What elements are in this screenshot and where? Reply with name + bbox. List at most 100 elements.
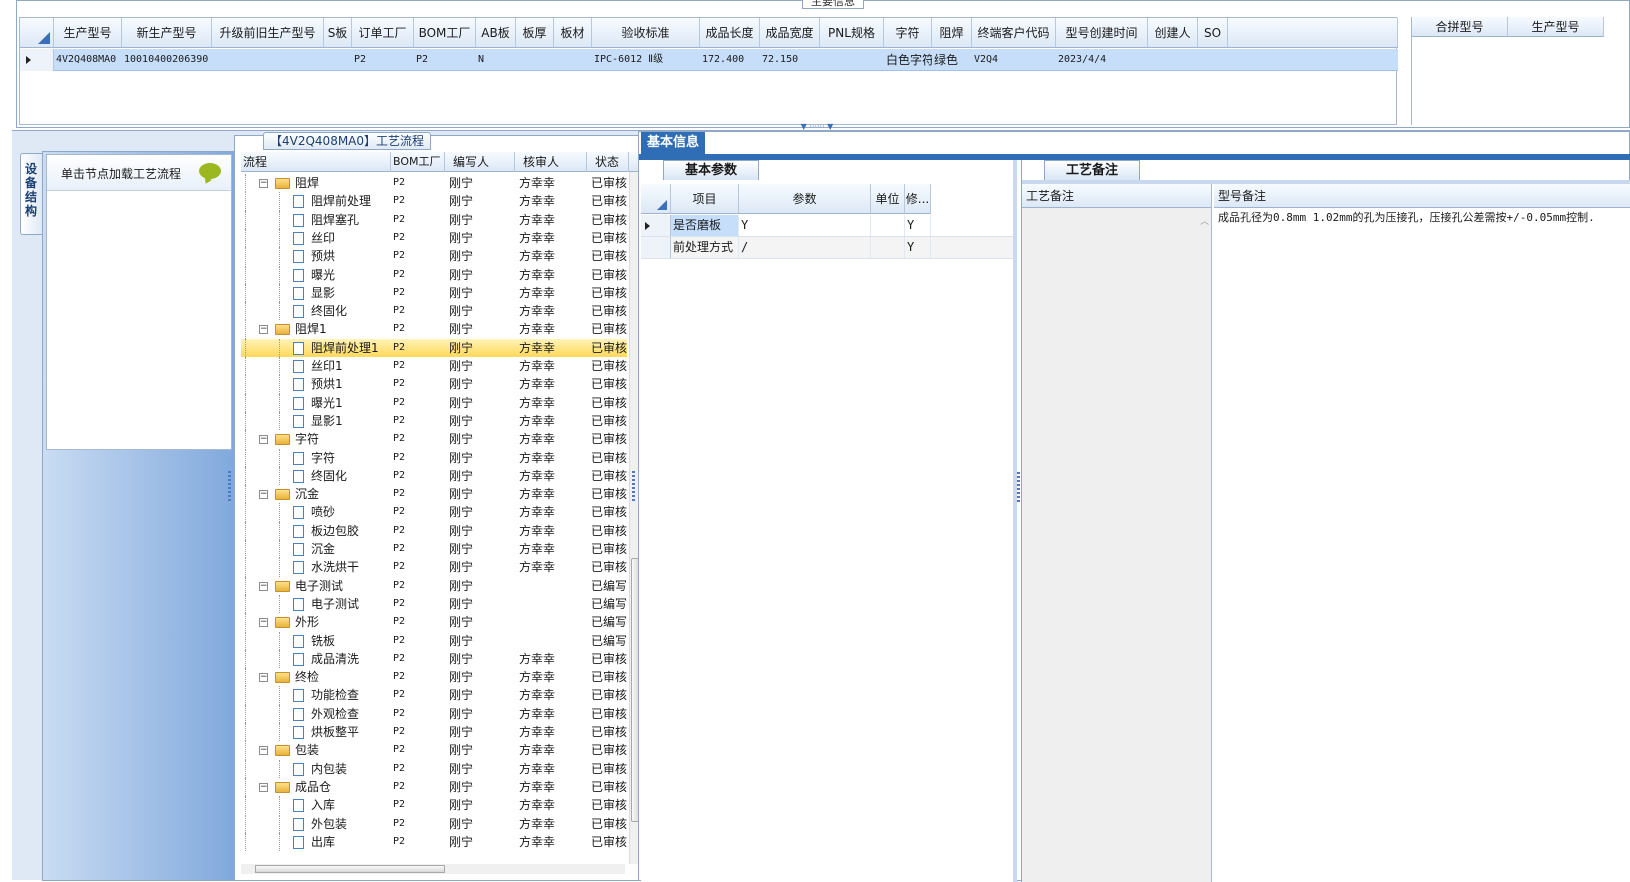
params-col-modify[interactable]: 修... (905, 184, 931, 214)
merge-model-header[interactable]: 合拼型号 (1412, 17, 1508, 37)
tree-group-row[interactable]: − 电子测试 P2 刚宁 已编写 (241, 576, 627, 595)
tree-step-row[interactable]: 功能检查 P2 刚宁 方幸幸 已审核 (241, 686, 627, 705)
column-header[interactable]: 生产型号 (54, 18, 122, 48)
grid-cell[interactable]: 72.150 (762, 49, 820, 71)
process-remark-box[interactable]: 工艺备注 ︿ (1022, 184, 1212, 882)
grid-cell[interactable] (214, 49, 324, 71)
tree-step-row[interactable]: 丝印 P2 刚宁 方幸幸 已审核 (241, 228, 627, 248)
column-header[interactable]: AB板 (476, 18, 516, 48)
column-header[interactable]: 验收标准 (592, 18, 700, 48)
tree-group-row[interactable]: − 包装 P2 刚宁 方幸幸 已审核 (241, 741, 627, 760)
tree-step-row[interactable]: 板边包胶 P2 刚宁 方幸幸 已审核 (241, 521, 627, 540)
tree-step-row[interactable]: 阻焊前处理 P2 刚宁 方幸幸 已审核 (241, 192, 627, 211)
params-splitter-grip[interactable] (1017, 472, 1020, 502)
param-unit[interactable] (871, 215, 905, 236)
tree-step-row[interactable]: 铣板 P2 刚宁 已编写 (241, 631, 627, 650)
grid-cell[interactable]: 10010400206390 (124, 49, 212, 71)
param-value[interactable]: / (739, 237, 871, 258)
grid-cell[interactable] (556, 49, 592, 71)
tree-group-row[interactable]: − 成品仓 P2 刚宁 方幸幸 已审核 (241, 777, 627, 797)
column-header[interactable]: S板 (324, 18, 352, 48)
column-header[interactable]: 板厚 (516, 18, 554, 48)
params-row[interactable]: 是否磨板 Y Y (641, 215, 1013, 237)
column-header[interactable]: 板材 (554, 18, 592, 48)
grid-cell[interactable] (822, 49, 884, 71)
collapse-icon[interactable]: − (259, 581, 268, 591)
tree-step-row[interactable]: 曝光 P2 刚宁 方幸幸 已审核 (241, 265, 627, 284)
column-header[interactable]: PNL规格 (820, 18, 884, 48)
grid-cell[interactable] (518, 49, 554, 71)
param-unit[interactable] (871, 237, 905, 258)
tab-device-structure[interactable]: 设备结构 (20, 153, 44, 235)
tree-step-row[interactable]: 外观检查 P2 刚宁 方幸幸 已审核 (241, 704, 627, 723)
params-col-item[interactable]: 项目 (671, 184, 739, 214)
grid-cell[interactable]: 白色字符 (886, 49, 932, 71)
process-hscroll-thumb[interactable] (255, 865, 445, 873)
process-splitter-grip[interactable] (632, 471, 635, 501)
merge-product-model-header[interactable]: 生产型号 (1508, 17, 1604, 37)
tree-step-row[interactable]: 预烘 P2 刚宁 方幸幸 已审核 (241, 247, 627, 266)
tree-step-row[interactable]: 水洗烘干 P2 刚宁 方幸幸 已审核 (241, 558, 627, 577)
param-item[interactable]: 前处理方式 (671, 237, 739, 258)
tree-step-row[interactable]: 阻焊塞孔 P2 刚宁 方幸幸 已审核 (241, 210, 627, 229)
tree-step-row[interactable]: 电子测试 P2 刚宁 已编写 (241, 594, 627, 614)
collapse-icon[interactable]: − (259, 746, 268, 756)
process-horizontal-scrollbar[interactable] (241, 864, 625, 874)
tree-step-row[interactable]: 显影 P2 刚宁 方幸幸 已审核 (241, 283, 627, 303)
grid-cell[interactable] (1150, 49, 1198, 71)
col-writer-header[interactable]: 编写人 (445, 152, 515, 172)
column-header[interactable]: 型号创建时间 (1056, 18, 1148, 48)
collapse-icon[interactable]: − (259, 435, 268, 445)
collapse-icon[interactable]: − (259, 490, 268, 500)
grid-cell[interactable] (326, 49, 352, 71)
params-row[interactable]: 前处理方式 / Y (641, 237, 1013, 259)
tree-step-row[interactable]: 入库 P2 刚宁 方幸幸 已审核 (241, 796, 627, 815)
col-reviewer-header[interactable]: 核审人 (515, 152, 587, 172)
scroll-up-icon[interactable]: ︿ (1200, 214, 1209, 227)
grid-cell[interactable]: 172.400 (702, 49, 760, 71)
tree-group-row[interactable]: − 字符 P2 刚宁 方幸幸 已审核 (241, 430, 627, 449)
param-item[interactable]: 是否磨板 (671, 215, 739, 236)
collapse-icon[interactable]: − (259, 673, 268, 683)
column-header[interactable]: SO (1198, 18, 1228, 48)
tree-group-row[interactable]: − 阻焊1 P2 刚宁 方幸幸 已审核 (241, 320, 627, 339)
tree-step-row[interactable]: 内包装 P2 刚宁 方幸幸 已审核 (241, 759, 627, 778)
grid-cell[interactable]: P2 (354, 49, 414, 71)
collapse-icon[interactable]: − (259, 782, 268, 792)
tree-step-row[interactable]: 沉金 P2 刚宁 方幸幸 已审核 (241, 540, 627, 559)
model-remark-text[interactable]: 成品孔径为0.8mm 1.02mm的孔为压接孔，压接孔公差需按+/-0.05mm… (1218, 212, 1618, 224)
tree-step-row[interactable]: 丝印1 P2 刚宁 方幸幸 已审核 (241, 357, 627, 376)
params-grid-corner-icon[interactable] (641, 184, 671, 214)
col-status-header[interactable]: 状态 (587, 152, 629, 172)
model-remark-box[interactable]: 型号备注 成品孔径为0.8mm 1.02mm的孔为压接孔，压接孔公差需按+/-0… (1214, 184, 1630, 882)
column-header[interactable]: 新生产型号 (122, 18, 212, 48)
params-col-value[interactable]: 参数 (739, 184, 871, 214)
grid-cell[interactable]: IPC-6012 Ⅱ级 (594, 49, 700, 71)
grid-cell[interactable]: 绿色 (934, 49, 972, 71)
col-flow-header[interactable]: 流程 (241, 152, 391, 172)
column-header[interactable]: 升级前旧生产型号 (212, 18, 324, 48)
tab-process-remarks[interactable]: 工艺备注 (1044, 160, 1140, 180)
tree-group-row[interactable]: − 外形 P2 刚宁 已编写 (241, 613, 627, 632)
grid-corner-icon[interactable] (20, 18, 54, 48)
param-modify[interactable]: Y (905, 237, 931, 258)
param-modify[interactable]: Y (905, 215, 931, 236)
column-header[interactable]: BOM工厂 (414, 18, 476, 48)
column-header[interactable]: 成品宽度 (760, 18, 820, 48)
grid-cell[interactable]: 4V2Q408MA0 (56, 49, 122, 71)
tree-step-row[interactable]: 喷砂 P2 刚宁 方幸幸 已审核 (241, 503, 627, 522)
tree-step-row[interactable]: 曝光1 P2 刚宁 方幸幸 已审核 (241, 393, 627, 412)
tree-step-row[interactable]: 终固化 P2 刚宁 方幸幸 已审核 (241, 302, 627, 321)
column-header[interactable]: 阻焊 (932, 18, 972, 48)
collapse-icon[interactable]: − (259, 325, 268, 335)
param-value[interactable]: Y (739, 215, 871, 236)
column-header[interactable]: 字符 (884, 18, 932, 48)
grid-cell[interactable]: V2Q4 (974, 49, 1056, 71)
tree-step-row[interactable]: 阻焊前处理1 P2 刚宁 方幸幸 已审核 (241, 338, 627, 357)
collapse-icon[interactable]: − (259, 618, 268, 628)
tree-step-row[interactable]: 终固化 P2 刚宁 方幸幸 已审核 (241, 466, 627, 486)
params-col-unit[interactable]: 单位 (871, 184, 905, 214)
grid-cell[interactable] (1200, 49, 1228, 71)
tab-basic-info[interactable]: 基本信息 (641, 132, 705, 154)
tree-step-row[interactable]: 外包装 P2 刚宁 方幸幸 已审核 (241, 814, 627, 833)
